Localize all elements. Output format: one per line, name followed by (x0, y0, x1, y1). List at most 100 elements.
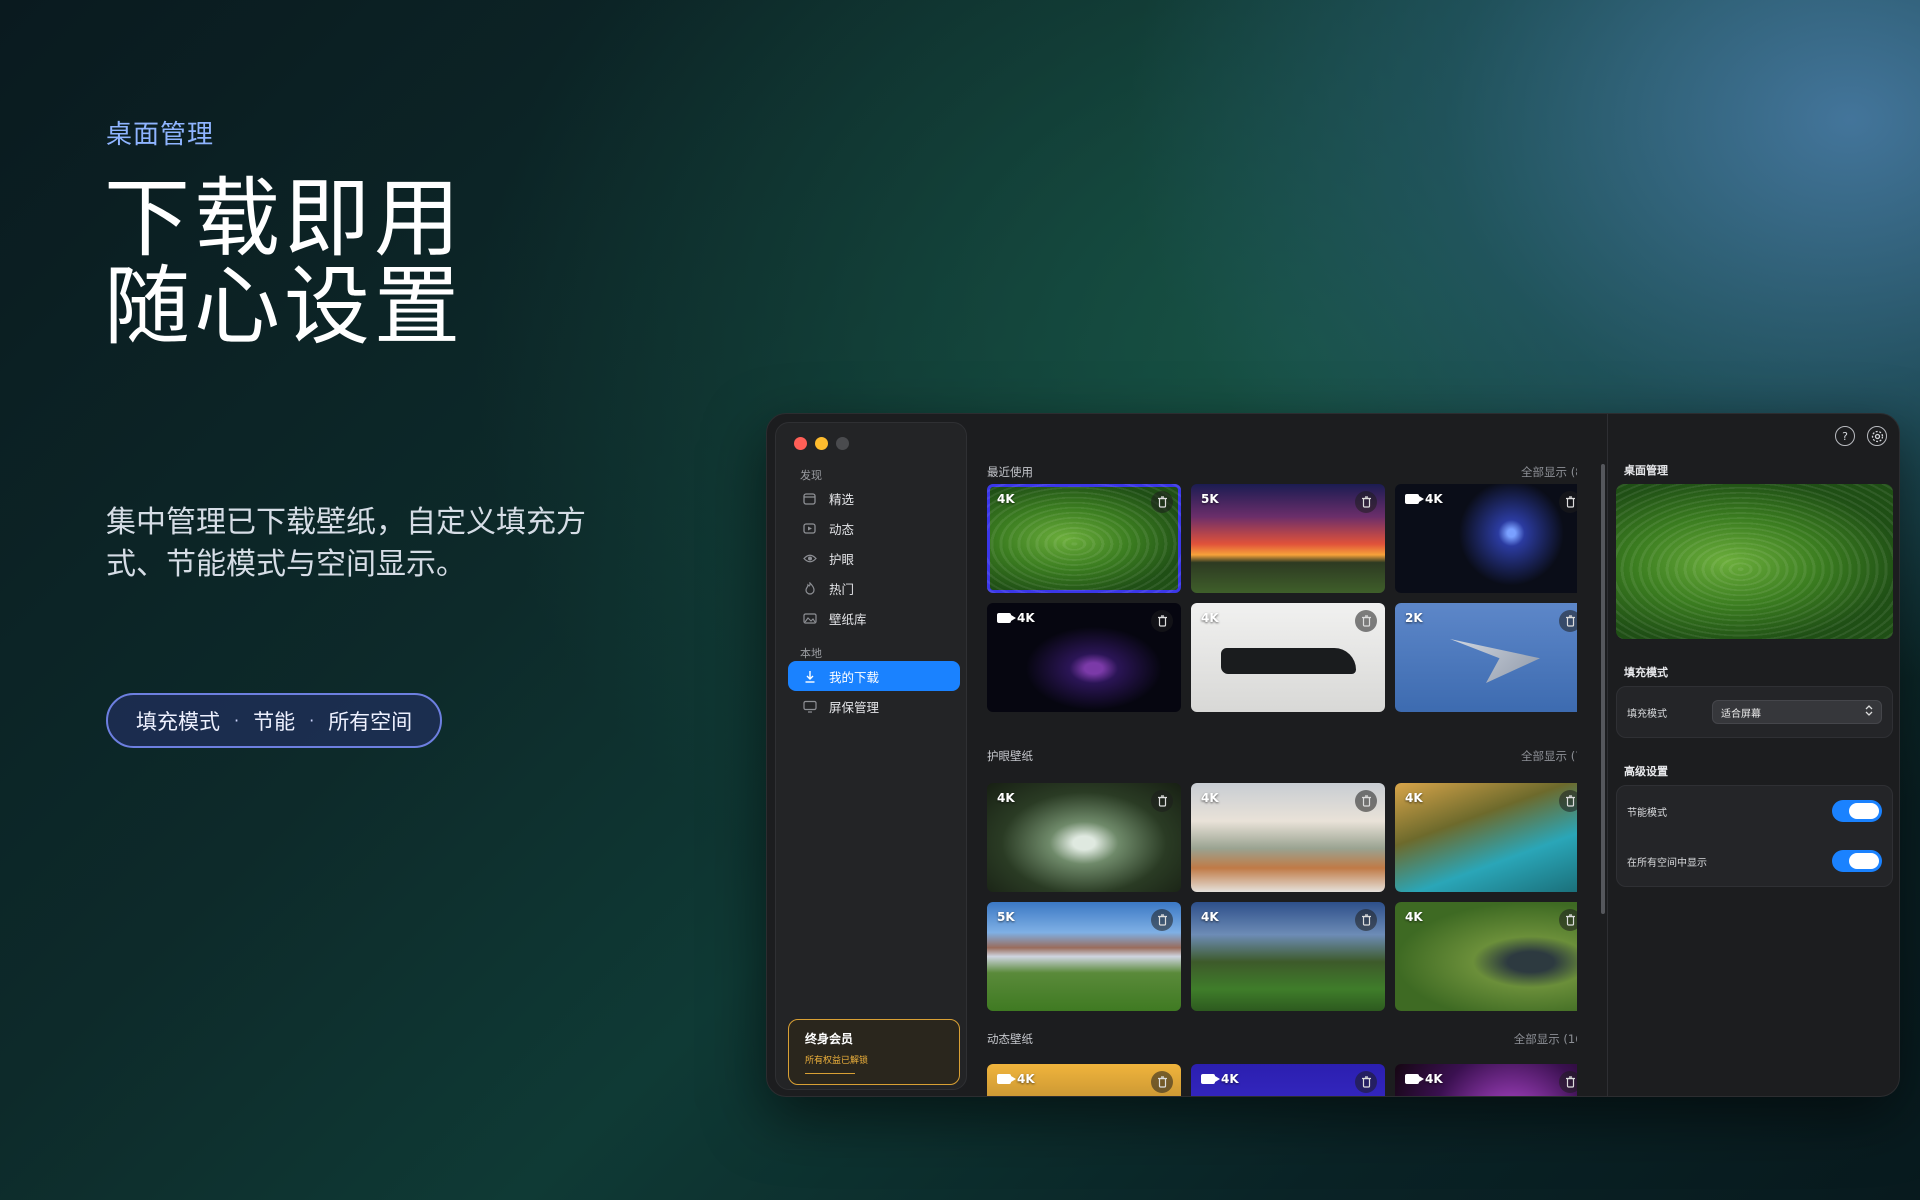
recent-wallpaper-grid: 4K 5K 4K 4K 4K 2K (987, 484, 1577, 712)
hero-title-line-2: 随心设置 (104, 257, 464, 357)
section-header-dynamic: 动态壁纸 全部显示 (16) (987, 1031, 1577, 1047)
fill-mode-card: 填充模式 适合屏幕 (1616, 686, 1893, 738)
fill-mode-label: 填充模式 (1627, 708, 1667, 720)
show-all-link[interactable]: 全部显示 (8) (1521, 464, 1577, 480)
wallpaper-thumbnail[interactable]: 4K (1395, 484, 1577, 593)
settings-panel: ? 桌面管理 填充模式 填充模式 适合屏幕 高级设置 节能模式 在所有空间中显示 (1607, 414, 1899, 1096)
wallpaper-thumbnail[interactable]: 4K (1191, 902, 1385, 1011)
resolution-label: 4K (1201, 611, 1219, 625)
wallpaper-thumbnail[interactable]: 4K (987, 484, 1181, 593)
wallpaper-thumbnail[interactable]: 2K (1395, 603, 1577, 712)
section-header-eyecare: 护眼壁纸 全部显示 (7) (987, 748, 1577, 764)
trash-icon[interactable] (1151, 790, 1173, 812)
wallpaper-thumbnail[interactable]: 4K (1395, 783, 1577, 892)
panel-title: 桌面管理 (1624, 464, 1668, 477)
sidebar-item-featured[interactable]: 精选 (788, 483, 960, 513)
wallpaper-thumbnail[interactable]: 4K (1395, 902, 1577, 1011)
all-spaces-toggle[interactable] (1832, 850, 1882, 872)
resolution-badge: 4K (997, 1072, 1035, 1086)
video-camera-icon (1405, 494, 1424, 504)
trash-icon[interactable] (1151, 491, 1173, 513)
show-all-link[interactable]: 全部显示 (7) (1521, 748, 1577, 764)
zoom-window-button[interactable] (836, 437, 849, 450)
hero-title: 下载即用 随心设置 (104, 175, 464, 351)
hero-description: 集中管理已下载壁纸，自定义填充方式、节能模式与空间显示。 (106, 505, 586, 582)
lifetime-member-card[interactable]: 终身会员 所有权益已解锁 (788, 1019, 960, 1085)
show-all-link[interactable]: 全部显示 (16) (1514, 1031, 1577, 1047)
resolution-badge: 5K (997, 910, 1015, 924)
monitor-icon (802, 699, 817, 714)
trash-icon[interactable] (1151, 610, 1173, 632)
wallpaper-thumbnail[interactable]: 4K (1191, 783, 1385, 892)
resolution-label: 4K (1201, 910, 1219, 924)
sidebar-item-eyecare[interactable]: 护眼 (788, 543, 960, 573)
video-camera-icon (1201, 1074, 1220, 1084)
eyecare-wallpaper-grid: 4K 4K 4K 5K 4K 4K (987, 783, 1577, 1011)
trash-icon[interactable] (1559, 790, 1577, 812)
fill-mode-select[interactable]: 适合屏幕 (1712, 700, 1882, 724)
resolution-badge: 4K (1201, 791, 1219, 805)
sidebar-item-label: 我的下载 (829, 669, 880, 685)
fill-mode-value: 适合屏幕 (1721, 708, 1761, 720)
sidebar-item-hot[interactable]: 热门 (788, 573, 960, 603)
wallpaper-thumbnail[interactable]: 4K (1191, 603, 1385, 712)
sidebar-item-library[interactable]: 壁纸库 (788, 603, 960, 633)
sidebar-item-label: 精选 (829, 491, 855, 507)
wallpaper-thumbnail[interactable]: 4K (987, 603, 1181, 712)
feature-pill: 填充模式 · 节能 · 所有空间 (106, 693, 443, 748)
trash-icon[interactable] (1355, 610, 1377, 632)
section-title: 最近使用 (987, 465, 1033, 479)
resolution-label: 5K (997, 910, 1015, 924)
trash-icon[interactable] (1151, 1071, 1173, 1093)
all-spaces-row: 在所有空间中显示 (1617, 836, 1892, 886)
section-title: 护眼壁纸 (987, 749, 1033, 763)
resolution-badge: 4K (1201, 910, 1219, 924)
sidebar-item-label: 壁纸库 (829, 611, 867, 627)
trash-icon[interactable] (1559, 909, 1577, 931)
trash-icon[interactable] (1355, 790, 1377, 812)
sidebar-item-label: 护眼 (829, 551, 855, 567)
gear-icon[interactable] (1867, 426, 1887, 446)
minimize-window-button[interactable] (815, 437, 828, 450)
trash-icon[interactable] (1355, 1071, 1377, 1093)
pill-separator: · (309, 711, 315, 730)
all-spaces-label: 在所有空间中显示 (1627, 857, 1707, 869)
resolution-badge: 4K (1201, 611, 1219, 625)
resolution-badge: 4K (1201, 1072, 1239, 1086)
trash-icon[interactable] (1355, 491, 1377, 513)
content-scrollbar[interactable] (1601, 464, 1605, 914)
chevron-up-down-icon (1865, 705, 1873, 719)
sidebar-section-local: 本地 (800, 647, 822, 660)
wallpaper-thumbnail[interactable]: 4K (987, 783, 1181, 892)
wallpaper-thumbnail[interactable]: 4K (987, 1064, 1181, 1096)
advanced-section-title: 高级设置 (1624, 765, 1668, 778)
wallpaper-thumbnail[interactable]: 5K (1191, 484, 1385, 593)
video-camera-icon (997, 613, 1016, 623)
wallpaper-preview (1616, 484, 1893, 639)
trash-icon[interactable] (1559, 610, 1577, 632)
sidebar-item-label: 动态 (829, 521, 855, 537)
sidebar-item-my-downloads[interactable]: 我的下载 (788, 661, 960, 691)
resolution-label: 2K (1405, 611, 1423, 625)
resolution-badge: 4K (1405, 1072, 1443, 1086)
trash-icon[interactable] (1151, 909, 1173, 931)
feature-pill-item: 所有空间 (328, 709, 413, 734)
wallpaper-thumbnail[interactable]: 5K (987, 902, 1181, 1011)
energy-saving-toggle[interactable] (1832, 800, 1882, 822)
resolution-badge: 4K (997, 611, 1035, 625)
sidebar-item-screensaver[interactable]: 屏保管理 (788, 691, 960, 721)
resolution-label: 4K (1017, 1072, 1035, 1086)
sidebar-item-dynamic[interactable]: 动态 (788, 513, 960, 543)
wallpaper-thumbnail[interactable]: 4K (1395, 1064, 1577, 1096)
resolution-badge: 5K (1201, 492, 1219, 506)
close-window-button[interactable] (794, 437, 807, 450)
resolution-label: 4K (1201, 791, 1219, 805)
trash-icon[interactable] (1559, 1071, 1577, 1093)
help-icon[interactable]: ? (1835, 426, 1855, 446)
resolution-badge: 4K (997, 791, 1015, 805)
pill-separator: · (234, 711, 240, 730)
resolution-label: 4K (1425, 492, 1443, 506)
trash-icon[interactable] (1559, 491, 1577, 513)
wallpaper-thumbnail[interactable]: 4K (1191, 1064, 1385, 1096)
trash-icon[interactable] (1355, 909, 1377, 931)
